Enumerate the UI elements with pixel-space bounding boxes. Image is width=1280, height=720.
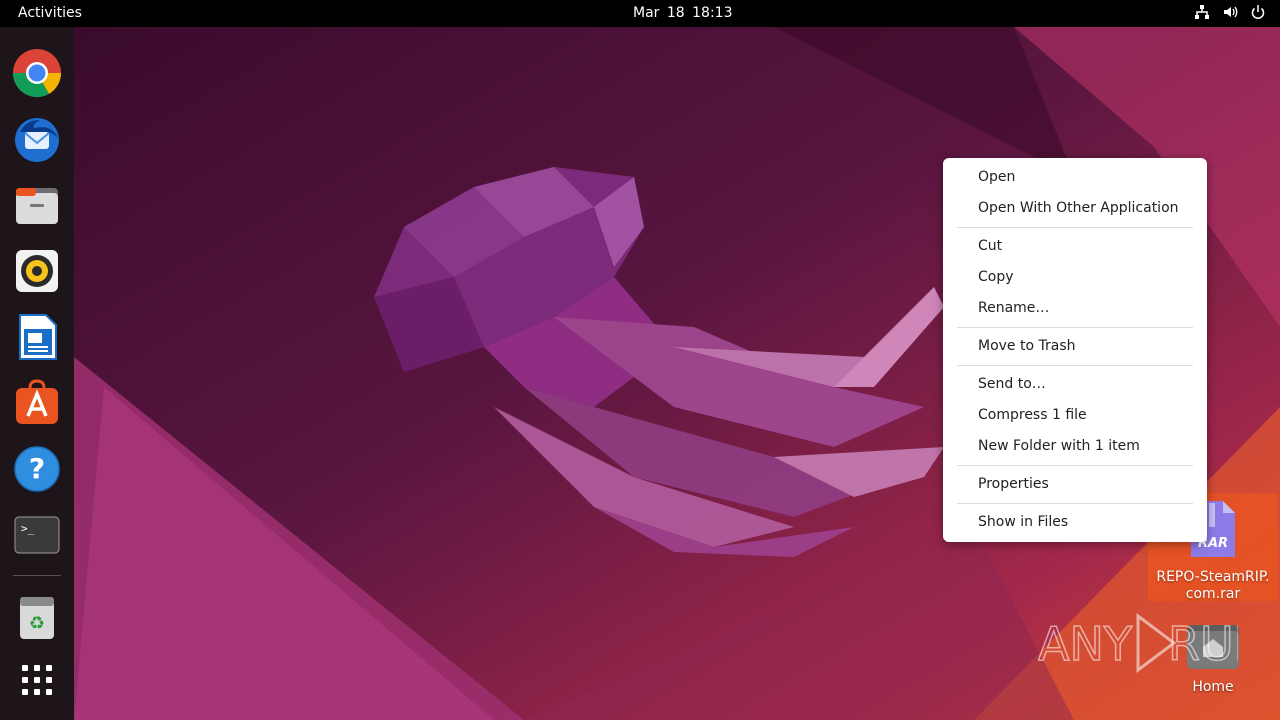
svg-text:>_: >_ bbox=[21, 522, 35, 535]
menu-item-cut[interactable]: Cut bbox=[943, 231, 1207, 262]
volume-icon[interactable] bbox=[1222, 4, 1238, 20]
menu-separator bbox=[957, 327, 1193, 328]
dock-item-chrome[interactable] bbox=[12, 48, 62, 98]
anyrun-watermark: ANY RUN bbox=[1037, 612, 1269, 674]
dock-item-writer[interactable] bbox=[12, 312, 62, 362]
file-name-line-2: com.rar bbox=[1185, 586, 1241, 602]
dock-item-terminal[interactable]: >_ bbox=[12, 510, 62, 560]
svg-text:ANY: ANY bbox=[1038, 617, 1133, 671]
menu-item-open-with-other-application[interactable]: Open With Other Application bbox=[943, 193, 1207, 224]
trash-icon: ♻ bbox=[20, 597, 54, 639]
top-bar: Activities Mar 18 18:13 bbox=[0, 0, 1280, 27]
writer-icon bbox=[19, 314, 57, 360]
system-tray[interactable] bbox=[1194, 4, 1266, 20]
home-folder-label: Home bbox=[1192, 679, 1234, 695]
menu-item-copy[interactable]: Copy bbox=[943, 262, 1207, 293]
help-icon: ? bbox=[14, 446, 60, 492]
context-menu: Open Open With Other Application Cut Copy Re… bbox=[943, 158, 1207, 542]
dock-item-trash[interactable]: ♻ bbox=[12, 593, 62, 643]
show-applications-button[interactable] bbox=[12, 655, 62, 705]
menu-item-open[interactable]: Open bbox=[943, 162, 1207, 193]
file-name-line-1: REPO-SteamRIP. bbox=[1156, 569, 1270, 585]
dock-item-help[interactable]: ? bbox=[12, 444, 62, 494]
menu-item-show-in-files[interactable]: Show in Files bbox=[943, 507, 1207, 538]
menu-separator bbox=[957, 227, 1193, 228]
menu-separator bbox=[957, 503, 1193, 504]
svg-text:RUN: RUN bbox=[1168, 617, 1238, 671]
menu-separator bbox=[957, 365, 1193, 366]
dock: ? >_ ♻ bbox=[0, 27, 74, 720]
dock-item-rhythmbox[interactable] bbox=[12, 246, 62, 296]
network-icon[interactable] bbox=[1194, 4, 1210, 20]
menu-item-compress-1-file[interactable]: Compress 1 file bbox=[943, 400, 1207, 431]
software-store-icon bbox=[16, 379, 58, 424]
clock[interactable]: Mar 18 18:13 bbox=[633, 5, 732, 21]
menu-item-new-folder-with-1-item[interactable]: New Folder with 1 item bbox=[943, 431, 1207, 462]
activities-button[interactable]: Activities bbox=[18, 5, 82, 21]
menu-item-move-to-trash[interactable]: Move to Trash bbox=[943, 331, 1207, 362]
svg-text:♻: ♻ bbox=[29, 613, 45, 634]
dock-separator bbox=[13, 575, 61, 576]
thunderbird-icon bbox=[15, 118, 59, 162]
dock-item-thunderbird[interactable] bbox=[12, 114, 62, 164]
files-icon bbox=[16, 188, 58, 224]
dock-item-files[interactable] bbox=[12, 180, 62, 230]
rhythmbox-icon bbox=[16, 250, 58, 292]
menu-item-rename[interactable]: Rename… bbox=[943, 293, 1207, 324]
menu-item-properties[interactable]: Properties bbox=[943, 469, 1207, 500]
chrome-icon bbox=[12, 49, 62, 98]
app-grid-icon bbox=[22, 665, 52, 695]
svg-text:?: ? bbox=[29, 452, 45, 485]
dock-item-software[interactable] bbox=[12, 378, 62, 428]
desktop-file-label: REPO-SteamRIP. com.rar bbox=[1148, 569, 1278, 603]
menu-separator bbox=[957, 465, 1193, 466]
power-icon[interactable] bbox=[1250, 4, 1266, 20]
menu-item-send-to[interactable]: Send to… bbox=[943, 369, 1207, 400]
terminal-icon: >_ bbox=[14, 516, 60, 554]
